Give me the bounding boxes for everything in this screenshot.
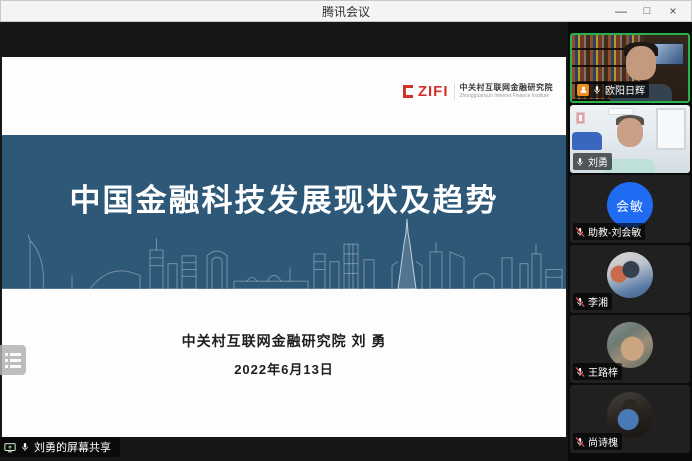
avatar [607, 322, 653, 368]
participant-name: 助教-刘会敏 [588, 224, 641, 239]
close-button[interactable]: × [660, 0, 686, 22]
maximize-button[interactable]: □ [634, 0, 660, 22]
slide-author: 中关村互联网金融研究院 刘 勇 [2, 331, 566, 351]
sidebar-toggle-handle[interactable] [0, 345, 26, 375]
logo-mark-text: ZIFI [418, 83, 449, 100]
participant-name: 王路梓 [588, 364, 618, 379]
host-badge-icon [577, 84, 589, 96]
participant-name: 刘勇 [588, 154, 608, 169]
city-skyline-art [2, 211, 566, 289]
participant-tile[interactable]: 王路梓 [570, 315, 690, 383]
mic-icon [575, 157, 585, 167]
logo-mark-icon [403, 85, 413, 98]
meeting-window: 腾讯会议 — □ × ZIFI 中关村互联网金融研究院 Zhongguancun… [0, 0, 692, 461]
participant-name-chip: 尚诗槐 [573, 433, 622, 450]
participant-name: 尚诗槐 [588, 434, 618, 449]
participant-name-chip: 欧阳日辉 [575, 81, 649, 98]
participant-name-chip: 李湘 [573, 293, 612, 310]
window-title: 腾讯会议 [322, 3, 370, 20]
participant-tile[interactable]: 欧阳日辉 [570, 33, 690, 103]
mic-muted-icon [575, 367, 585, 377]
slide-title-banner: 中国金融科技发展现状及趋势 [2, 135, 566, 289]
mic-muted-icon [575, 297, 585, 307]
participant-name-chip: 王路梓 [573, 363, 622, 380]
list-icon [5, 353, 26, 356]
minimize-button[interactable]: — [608, 0, 634, 22]
logo-org-name-en: Zhongguancun Internet Finance Institute [460, 93, 554, 99]
participant-name-chip: 刘勇 [573, 153, 612, 170]
participant-tile[interactable]: 会敏 助教-刘会敏 [570, 175, 690, 243]
participants-sidebar: 欧阳日辉 刘勇 会敏 [568, 22, 692, 461]
screen-share-status: 刘勇的屏幕共享 [0, 437, 120, 457]
presentation-slide: ZIFI 中关村互联网金融研究院 Zhongguancun Internet F… [2, 57, 566, 437]
participant-name: 李湘 [588, 294, 608, 309]
mic-muted-icon [575, 437, 585, 447]
screen-share-icon [4, 442, 16, 453]
participant-name-chip: 助教-刘会敏 [573, 223, 645, 240]
logo-org-name-cn: 中关村互联网金融研究院 [460, 83, 554, 93]
shared-screen-view: ZIFI 中关村互联网金融研究院 Zhongguancun Internet F… [0, 22, 568, 461]
mic-muted-icon [575, 227, 585, 237]
participant-tile[interactable]: 李湘 [570, 245, 690, 313]
participant-tile[interactable]: 尚诗槐 [570, 385, 690, 453]
title-bar[interactable]: 腾讯会议 — □ × [0, 0, 692, 22]
participant-tile[interactable]: 刘勇 [570, 105, 690, 173]
slide-date: 2022年6月13日 [2, 359, 566, 378]
share-banner-label: 刘勇的屏幕共享 [34, 439, 111, 455]
institute-logo: ZIFI 中关村互联网金融研究院 Zhongguancun Internet F… [403, 83, 553, 100]
window-controls: — □ × [608, 0, 686, 22]
avatar [607, 392, 653, 438]
mic-icon [592, 85, 602, 95]
avatar: 会敏 [607, 182, 653, 228]
avatar [607, 252, 653, 298]
participant-name: 欧阳日辉 [605, 82, 645, 97]
mic-icon [20, 442, 30, 452]
